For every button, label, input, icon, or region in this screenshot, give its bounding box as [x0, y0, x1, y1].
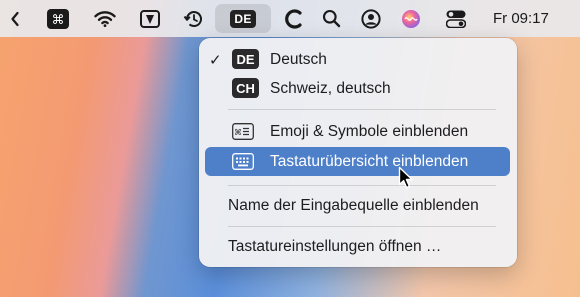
input-source-icon[interactable]: DE — [215, 0, 271, 37]
ch-badge-icon: CH — [232, 78, 259, 98]
emoji-viewer-icon: ⌘ — [232, 123, 254, 145]
svg-text:⌘: ⌘ — [234, 128, 242, 137]
user-icon[interactable] — [359, 0, 383, 37]
menu-bar: ⌘ DE Fr 09:17 — [0, 0, 580, 37]
control-center-icon[interactable] — [444, 0, 468, 37]
menu-item-label: Tastatureinstellungen öffnen … — [228, 237, 442, 255]
pen-tablet-icon[interactable] — [138, 0, 162, 37]
menu-item-label: Tastaturübersicht einblenden — [270, 152, 469, 170]
chevron-left-icon[interactable] — [6, 0, 24, 37]
menu-item-show-input-source-name[interactable]: Name der Eingabequelle einblenden — [199, 191, 517, 220]
de-badge-icon: DE — [232, 49, 259, 69]
menu-item-label: Deutsch — [270, 50, 327, 68]
menu-separator — [228, 185, 496, 186]
checkmark-icon: ✓ — [209, 51, 222, 69]
search-icon[interactable] — [319, 0, 343, 37]
menu-item-schweiz-deutsch[interactable]: CH Schweiz, deutsch — [199, 74, 517, 103]
mouse-pointer-icon — [398, 166, 414, 195]
menu-item-deutsch[interactable]: ✓ DE Deutsch — [199, 45, 517, 74]
menu-item-label: Schweiz, deutsch — [270, 79, 391, 97]
cloud-icon[interactable] — [282, 0, 306, 37]
command-icon[interactable]: ⌘ — [46, 0, 70, 37]
input-source-badge: DE — [230, 9, 256, 28]
svg-text:⌘: ⌘ — [52, 13, 65, 28]
siri-icon[interactable] — [399, 0, 423, 37]
menu-item-emoji-symbole[interactable]: ⌘ Emoji & Symbole einblenden — [199, 117, 517, 146]
wifi-icon[interactable] — [92, 0, 118, 37]
time-machine-icon[interactable] — [181, 0, 205, 37]
input-source-dropdown-menu: ✓ DE Deutsch CH Schweiz, deutsch ⌘ Emoji… — [199, 38, 517, 267]
menu-item-tastaturuebersicht[interactable]: Tastaturübersicht einblenden — [199, 147, 517, 176]
menubar-clock[interactable]: Fr 09:17 — [493, 0, 549, 37]
menu-separator — [228, 109, 496, 110]
menu-item-label: Name der Eingabequelle einblenden — [228, 196, 479, 214]
menu-item-keyboard-settings[interactable]: Tastatureinstellungen öffnen … — [199, 232, 517, 261]
menu-item-label: Emoji & Symbole einblenden — [270, 122, 469, 140]
menu-separator — [228, 226, 496, 227]
keyboard-viewer-icon — [232, 153, 254, 175]
